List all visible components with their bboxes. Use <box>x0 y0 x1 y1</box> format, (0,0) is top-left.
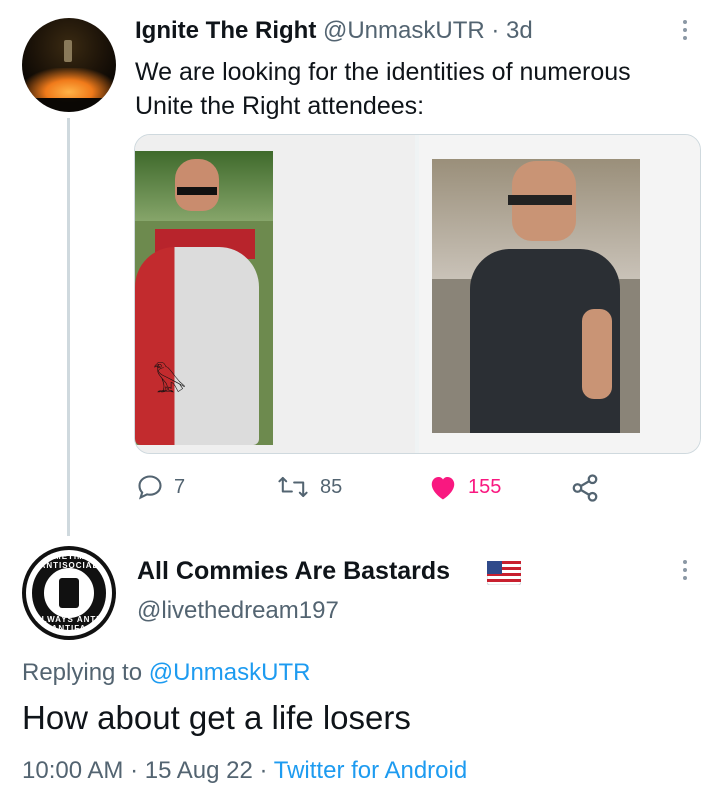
retweet-count: 85 <box>320 475 343 498</box>
share-icon <box>572 474 598 502</box>
avatar-statue <box>64 40 72 62</box>
reply-text: How about get a life losers <box>22 699 411 736</box>
retweet-button[interactable]: 85 <box>276 473 342 501</box>
photo-2-image <box>432 159 640 433</box>
avatar-text-top: SOMETIMES ANTISOCIAL <box>39 552 99 570</box>
avatar-ignite-the-right[interactable] <box>22 18 116 112</box>
tweet-date[interactable]: 15 Aug 22 <box>145 757 253 784</box>
meta-separator-2: · <box>259 757 268 784</box>
display-name-row: All Commies Are Bastards <box>137 557 522 586</box>
replying-to: Replying to @UnmaskUTR <box>22 659 310 687</box>
header-separator: · <box>491 17 500 44</box>
more-options-icon[interactable] <box>680 20 690 40</box>
display-name[interactable]: All Commies Are Bastards <box>137 557 450 585</box>
us-flag-icon <box>486 560 522 592</box>
heart-filled-icon <box>431 477 455 500</box>
like-count: 155 <box>468 475 502 498</box>
media-photo-2[interactable] <box>419 135 700 453</box>
handle[interactable]: @livethedream197 <box>137 597 339 625</box>
media-grid: 𓅃 <box>134 134 701 454</box>
fist-icon <box>59 578 79 608</box>
like-button[interactable]: 155 <box>428 473 501 501</box>
replying-prefix: Replying to <box>22 659 143 686</box>
reply-button[interactable]: 7 <box>136 473 185 501</box>
tweet-source[interactable]: Twitter for Android <box>274 757 467 784</box>
photo-1-image: 𓅃 <box>135 151 273 445</box>
reply-count: 7 <box>174 475 186 498</box>
handle[interactable]: @UnmaskUTR <box>323 17 485 44</box>
more-options-icon[interactable] <box>680 560 690 580</box>
reply-icon <box>138 475 162 500</box>
avatar-text-bottom: ALWAYS ANTI-ANTIFA <box>34 615 104 633</box>
tweet-header: Ignite The Right @UnmaskUTR · 3d <box>135 17 533 45</box>
meta-separator-1: · <box>130 757 139 784</box>
tweet-meta: 10:00 AM · 15 Aug 22 · Twitter for Andro… <box>22 757 467 785</box>
share-button[interactable] <box>570 473 600 503</box>
replying-to-link[interactable]: @UnmaskUTR <box>149 659 311 686</box>
tweet-text: We are looking for the identities of num… <box>135 58 631 120</box>
tweet-age[interactable]: 3d <box>506 17 533 44</box>
retweet-icon <box>278 476 308 498</box>
display-name[interactable]: Ignite The Right <box>135 17 316 44</box>
media-photo-1[interactable]: 𓅃 <box>135 135 415 453</box>
tweet-time[interactable]: 10:00 AM <box>22 757 123 784</box>
avatar-flames <box>22 68 116 98</box>
avatar-all-commies-are-bastards[interactable]: SOMETIMES ANTISOCIAL ALWAYS ANTI-ANTIFA <box>22 546 116 640</box>
tweet-actions: 7 85 155 <box>0 473 720 503</box>
